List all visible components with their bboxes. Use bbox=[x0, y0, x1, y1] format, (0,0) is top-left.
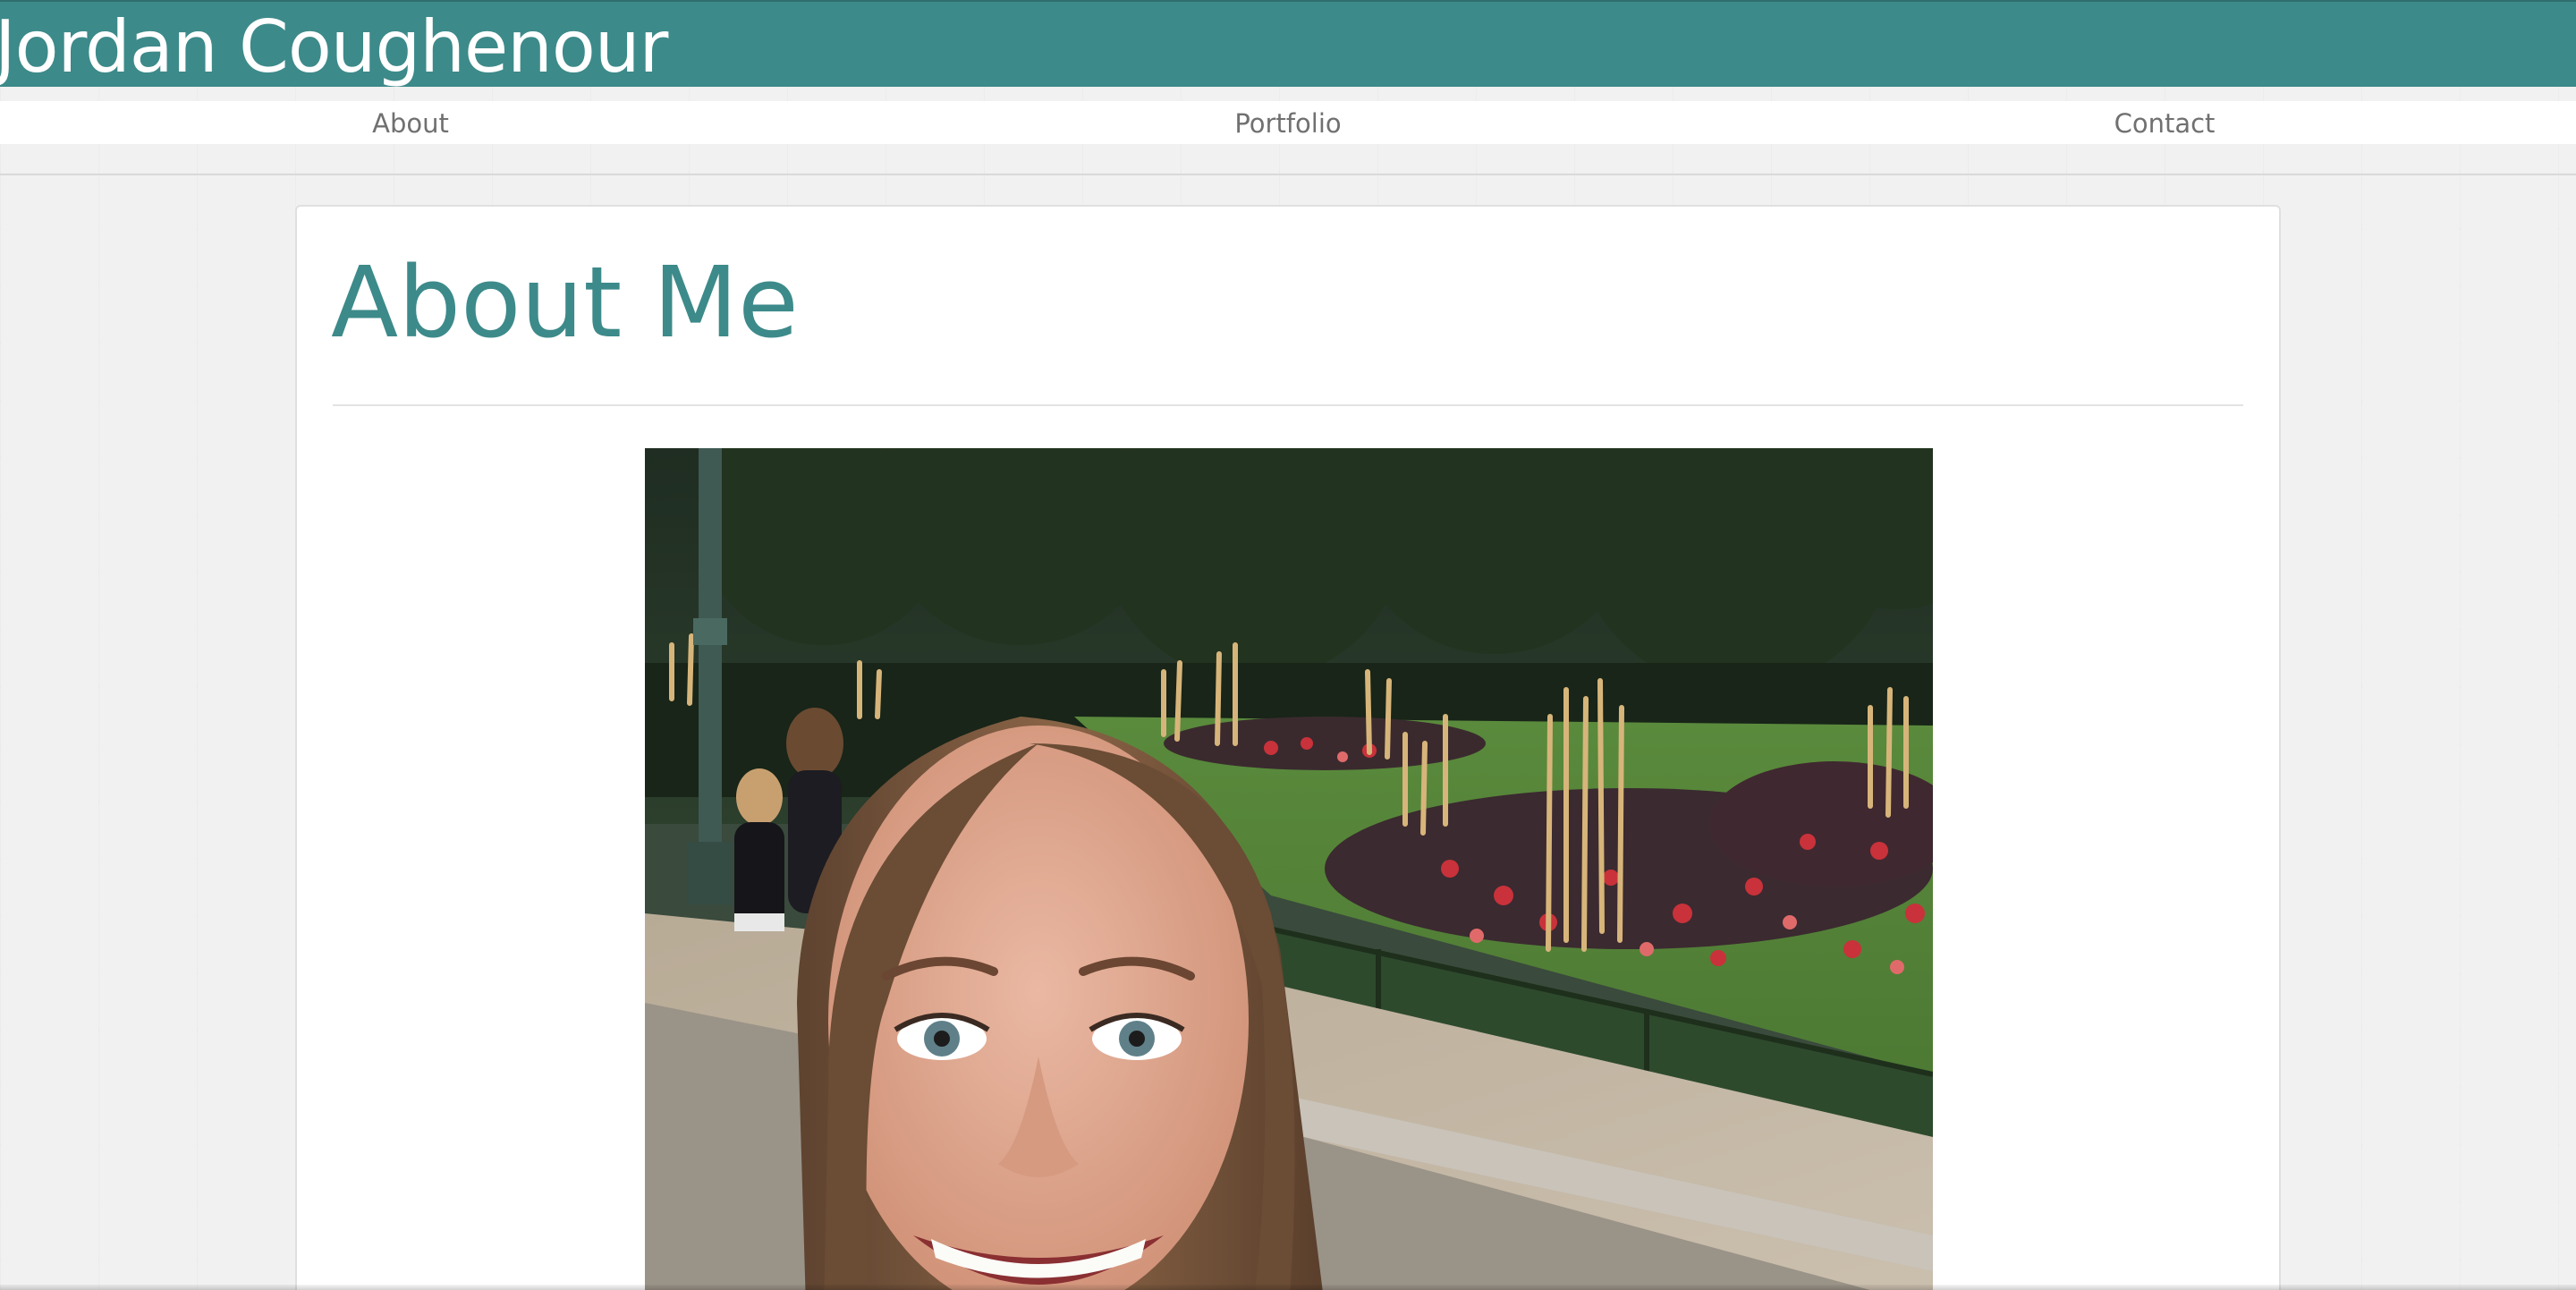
profile-photo bbox=[645, 448, 1933, 1290]
about-card: About Me bbox=[295, 205, 2281, 1290]
window-bottom-shade bbox=[0, 1285, 2576, 1290]
page-heading: About Me bbox=[331, 245, 799, 360]
nav-link-contact[interactable]: Contact bbox=[2114, 101, 2216, 144]
nav-divider bbox=[0, 174, 2576, 175]
site-header: Jordan Coughenour bbox=[0, 0, 2576, 89]
site-title: Jordan Coughenour bbox=[0, 5, 668, 89]
nav-link-about[interactable]: About bbox=[372, 101, 449, 144]
main-nav: About Portfolio Contact bbox=[0, 101, 2576, 144]
nav-link-portfolio[interactable]: Portfolio bbox=[1234, 101, 1341, 144]
heading-divider bbox=[333, 404, 2243, 406]
profile-photo-illustration bbox=[645, 448, 1933, 1290]
